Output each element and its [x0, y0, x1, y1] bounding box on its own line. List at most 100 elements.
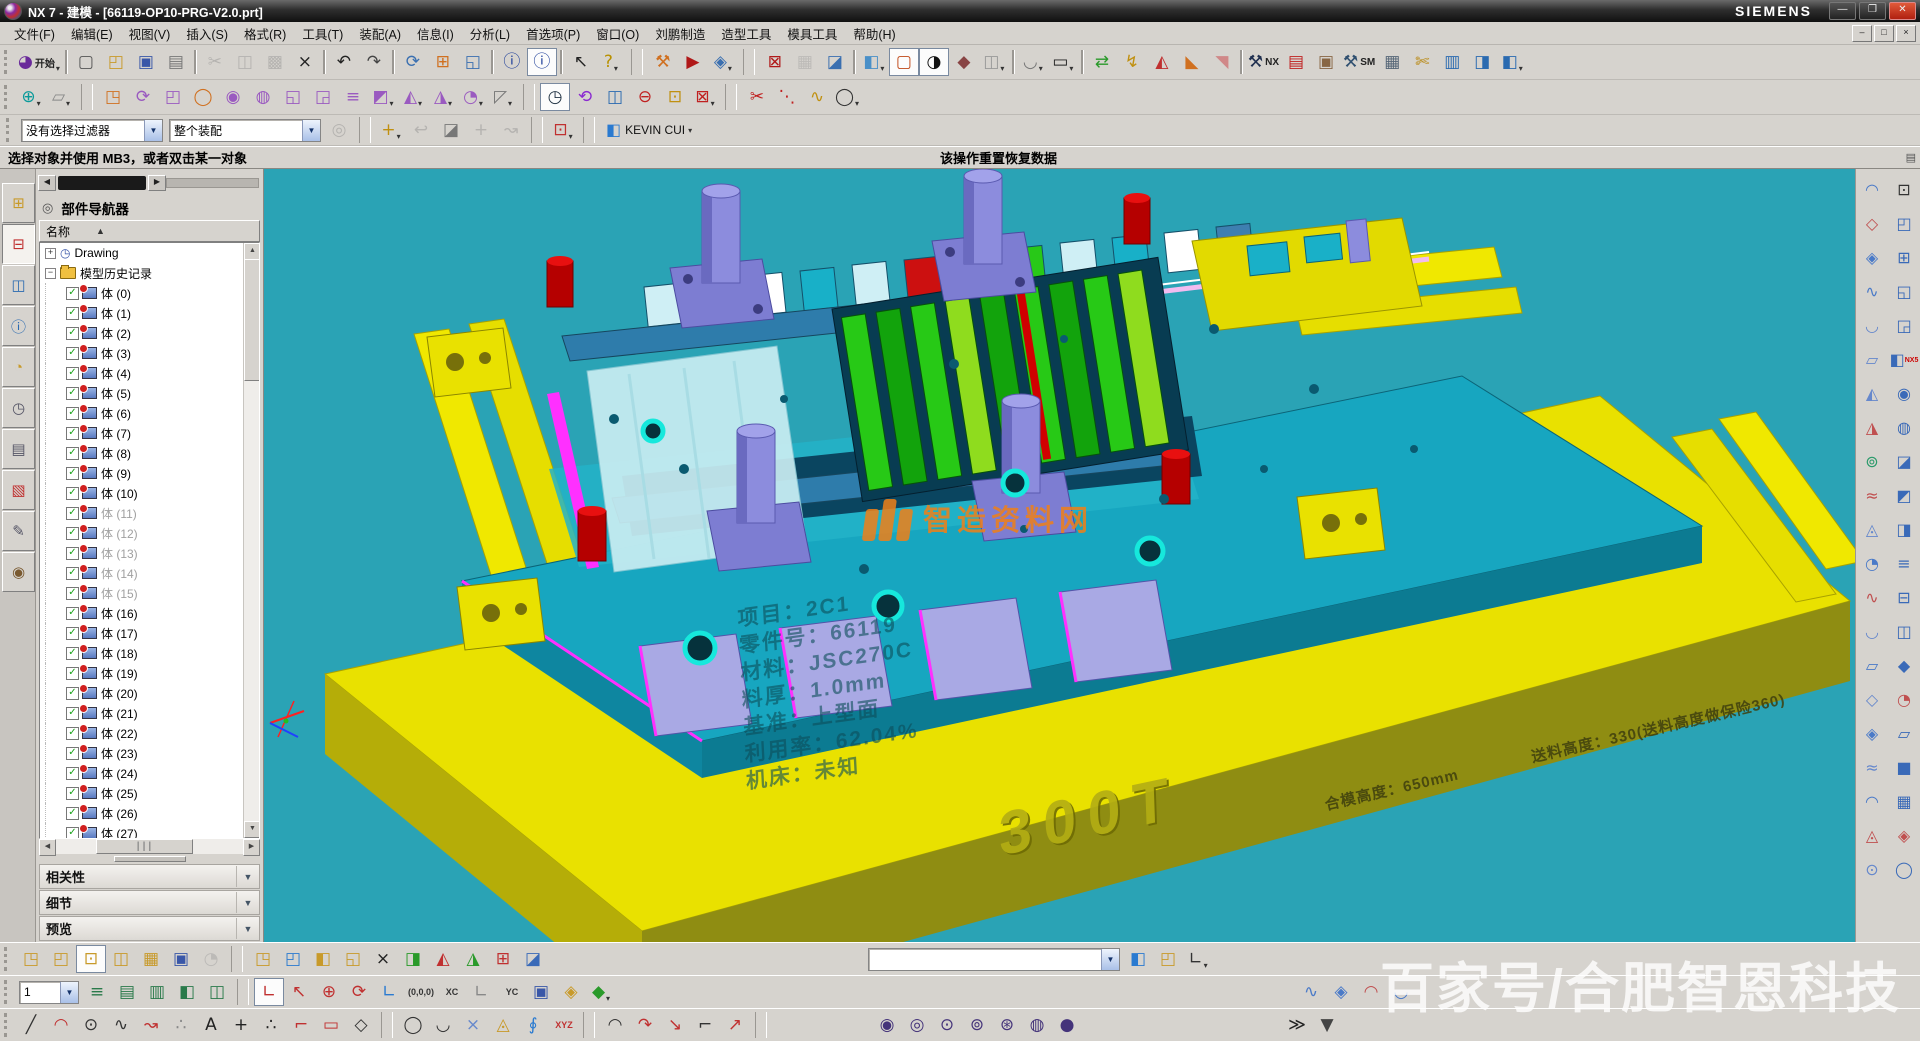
sketch-tab[interactable]: ✎ — [2, 511, 35, 551]
selection-scope-dropdown[interactable]: ▼ — [302, 120, 320, 141]
polyline-icon[interactable]: ↝ — [136, 1011, 166, 1039]
layer-combo[interactable]: 1▼ — [19, 981, 79, 1004]
tree-item-27[interactable]: ✓体 (25) — [40, 783, 244, 803]
checkbox[interactable]: ✓ — [66, 327, 79, 340]
menu-14[interactable]: 模具工具 — [779, 22, 845, 45]
revolve-icon[interactable]: ⟳ — [128, 83, 158, 111]
undo-icon[interactable]: ↶ — [329, 48, 359, 76]
expand-toggle[interactable]: + — [45, 248, 56, 259]
tree-item-13[interactable]: ✓体 (11) — [40, 503, 244, 523]
fillet-curve-icon[interactable]: ◠ — [600, 1011, 630, 1039]
dynamic-csys-icon[interactable]: ∟ — [254, 978, 284, 1006]
edit-feature-icon[interactable]: ↯ — [1117, 48, 1147, 76]
hole-feature-icon[interactable]: ◉ — [1888, 377, 1920, 411]
point-tool-icon[interactable]: ⊕▾ — [16, 83, 46, 111]
tree-item-3[interactable]: ✓体 (1) — [40, 303, 244, 323]
checkbox[interactable]: ✓ — [66, 407, 79, 420]
information-icon[interactable]: ⓘ — [527, 48, 557, 76]
slider-left-button[interactable]: ◀ — [38, 175, 56, 191]
add-component-icon[interactable]: ◳ — [248, 945, 278, 973]
cylinder-icon[interactable]: ◯ — [188, 83, 218, 111]
tree-item-7[interactable]: ✓体 (5) — [40, 383, 244, 403]
arrangement-combo-dropdown[interactable]: ▼ — [1101, 949, 1119, 970]
column-header[interactable]: 名称 ▲ — [39, 220, 260, 242]
checkbox[interactable]: ✓ — [66, 607, 79, 620]
save-csys-icon[interactable]: ▣ — [526, 978, 556, 1006]
wave-geometry-icon[interactable]: ◰ — [1153, 945, 1183, 973]
move-component-icon[interactable]: ◱ — [338, 945, 368, 973]
work-part-chip[interactable]: ◧ KEVIN CUI ▾ — [606, 120, 692, 140]
assembly-clip-icon[interactable]: ◪ — [518, 945, 548, 973]
menu-2[interactable]: 编辑(E) — [63, 22, 121, 45]
checkbox[interactable]: ✓ — [66, 467, 79, 480]
interpart-icon[interactable]: ◫ — [600, 83, 630, 111]
shaded-display-icon[interactable]: ◧▾ — [859, 48, 889, 76]
tree-item-22[interactable]: ✓体 (20) — [40, 683, 244, 703]
instance-icon[interactable]: ⊟ — [1888, 581, 1920, 615]
curve-mesh-icon[interactable]: ◠ — [1356, 978, 1386, 1006]
patch-tool-icon[interactable]: ◡ — [1386, 978, 1416, 1006]
four-point-surface-icon[interactable]: ◠ — [1856, 173, 1888, 207]
menu-6[interactable]: 工具(T) — [294, 22, 351, 45]
arrangement-combo[interactable]: ▼ — [868, 948, 1120, 971]
offset-curve-icon[interactable]: ↗ — [720, 1011, 750, 1039]
rib-icon[interactable]: ≡ — [338, 83, 368, 111]
pocket-feature-icon[interactable]: ◪ — [1888, 445, 1920, 479]
side-pane-icon[interactable]: ◨ — [1467, 48, 1497, 76]
mesh-tool-icon[interactable]: ◈ — [1326, 978, 1356, 1006]
rotate-view-icon[interactable]: ⟳ — [398, 48, 428, 76]
slider-thumb[interactable] — [58, 176, 146, 190]
tree-item-1[interactable]: −模型历史记录 — [40, 263, 244, 283]
copy-icon[interactable]: ◫ — [230, 48, 260, 76]
tree-item-24[interactable]: ✓体 (22) — [40, 723, 244, 743]
block-feature-icon[interactable]: ◰ — [1888, 207, 1920, 241]
close-window-icon[interactable]: ⊠ — [760, 48, 790, 76]
selection-scope-combo[interactable]: 整个装配 ▼ — [169, 119, 321, 142]
redo-icon[interactable]: ↷ — [359, 48, 389, 76]
menu-15[interactable]: 帮助(H) — [845, 22, 903, 45]
assembly-navigator-tab[interactable]: ⊞ — [2, 183, 35, 223]
menu-5[interactable]: 格式(R) — [236, 22, 294, 45]
selection-filter-dropdown[interactable]: ▼ — [144, 120, 162, 141]
circle-2pt-icon[interactable]: ⊙ — [932, 1011, 962, 1039]
solid-body-icon[interactable]: ■ — [1888, 751, 1920, 785]
tree-item-10[interactable]: ✓体 (8) — [40, 443, 244, 463]
remove-component-icon[interactable]: × — [368, 945, 398, 973]
ellipse-icon[interactable]: ◯ — [398, 1011, 428, 1039]
corner-icon[interactable]: ⌐ — [286, 1011, 316, 1039]
offset-surface-icon[interactable]: ≈ — [1856, 479, 1888, 513]
menu-13[interactable]: 造型工具 — [713, 22, 779, 45]
rectangle-icon[interactable]: ▭ — [316, 1011, 346, 1039]
menu-4[interactable]: 插入(S) — [178, 22, 236, 45]
scroll-up-button[interactable]: ▲ — [244, 243, 260, 260]
update-icon[interactable]: ⟲ — [570, 83, 600, 111]
horizontal-scrollbar[interactable]: ◀ ┃┃┃ ▶ — [39, 839, 260, 854]
tree-item-21[interactable]: ✓体 (19) — [40, 663, 244, 683]
print-icon[interactable]: ▤ — [161, 48, 191, 76]
checkbox[interactable]: ✓ — [66, 727, 79, 740]
part-navigator-tab[interactable]: ◫ — [2, 265, 35, 305]
interpart-link-icon[interactable]: ◧ — [1123, 945, 1153, 973]
constrain-component-icon[interactable]: ◧ — [308, 945, 338, 973]
fill-surface-icon[interactable]: ⊙ — [1856, 853, 1888, 887]
chamfer-icon[interactable]: ◸▾ — [488, 83, 518, 111]
tree-item-8[interactable]: ✓体 (6) — [40, 403, 244, 423]
circle-3pt-icon[interactable]: ⊚ — [962, 1011, 992, 1039]
circle-center-icon[interactable]: ◉ — [872, 1011, 902, 1039]
studio-surface-icon[interactable]: ◈ — [1856, 241, 1888, 275]
blend-icon[interactable]: ◔▾ — [458, 83, 488, 111]
subtract-icon[interactable]: ◱ — [1888, 275, 1920, 309]
sheet-list-icon[interactable]: ▥ — [1437, 48, 1467, 76]
tree-item-20[interactable]: ✓体 (18) — [40, 643, 244, 663]
sphere-icon[interactable]: ◯▾ — [832, 83, 862, 111]
image-icon[interactable]: ▣ — [1311, 48, 1341, 76]
component-group-icon[interactable]: ◫ — [106, 945, 136, 973]
mesh-surface-icon[interactable]: ◬ — [1856, 513, 1888, 547]
tree-item-14[interactable]: ✓体 (12) — [40, 523, 244, 543]
layer-category-icon[interactable]: ◫ — [202, 978, 232, 1006]
panel-splitter[interactable] — [36, 854, 263, 863]
menu-3[interactable]: 视图(V) — [121, 22, 179, 45]
csys-orient-icon[interactable]: ↖ — [284, 978, 314, 1006]
tree-item-29[interactable]: ✓体 (27) — [40, 823, 244, 838]
new-component-icon[interactable]: ◰ — [278, 945, 308, 973]
